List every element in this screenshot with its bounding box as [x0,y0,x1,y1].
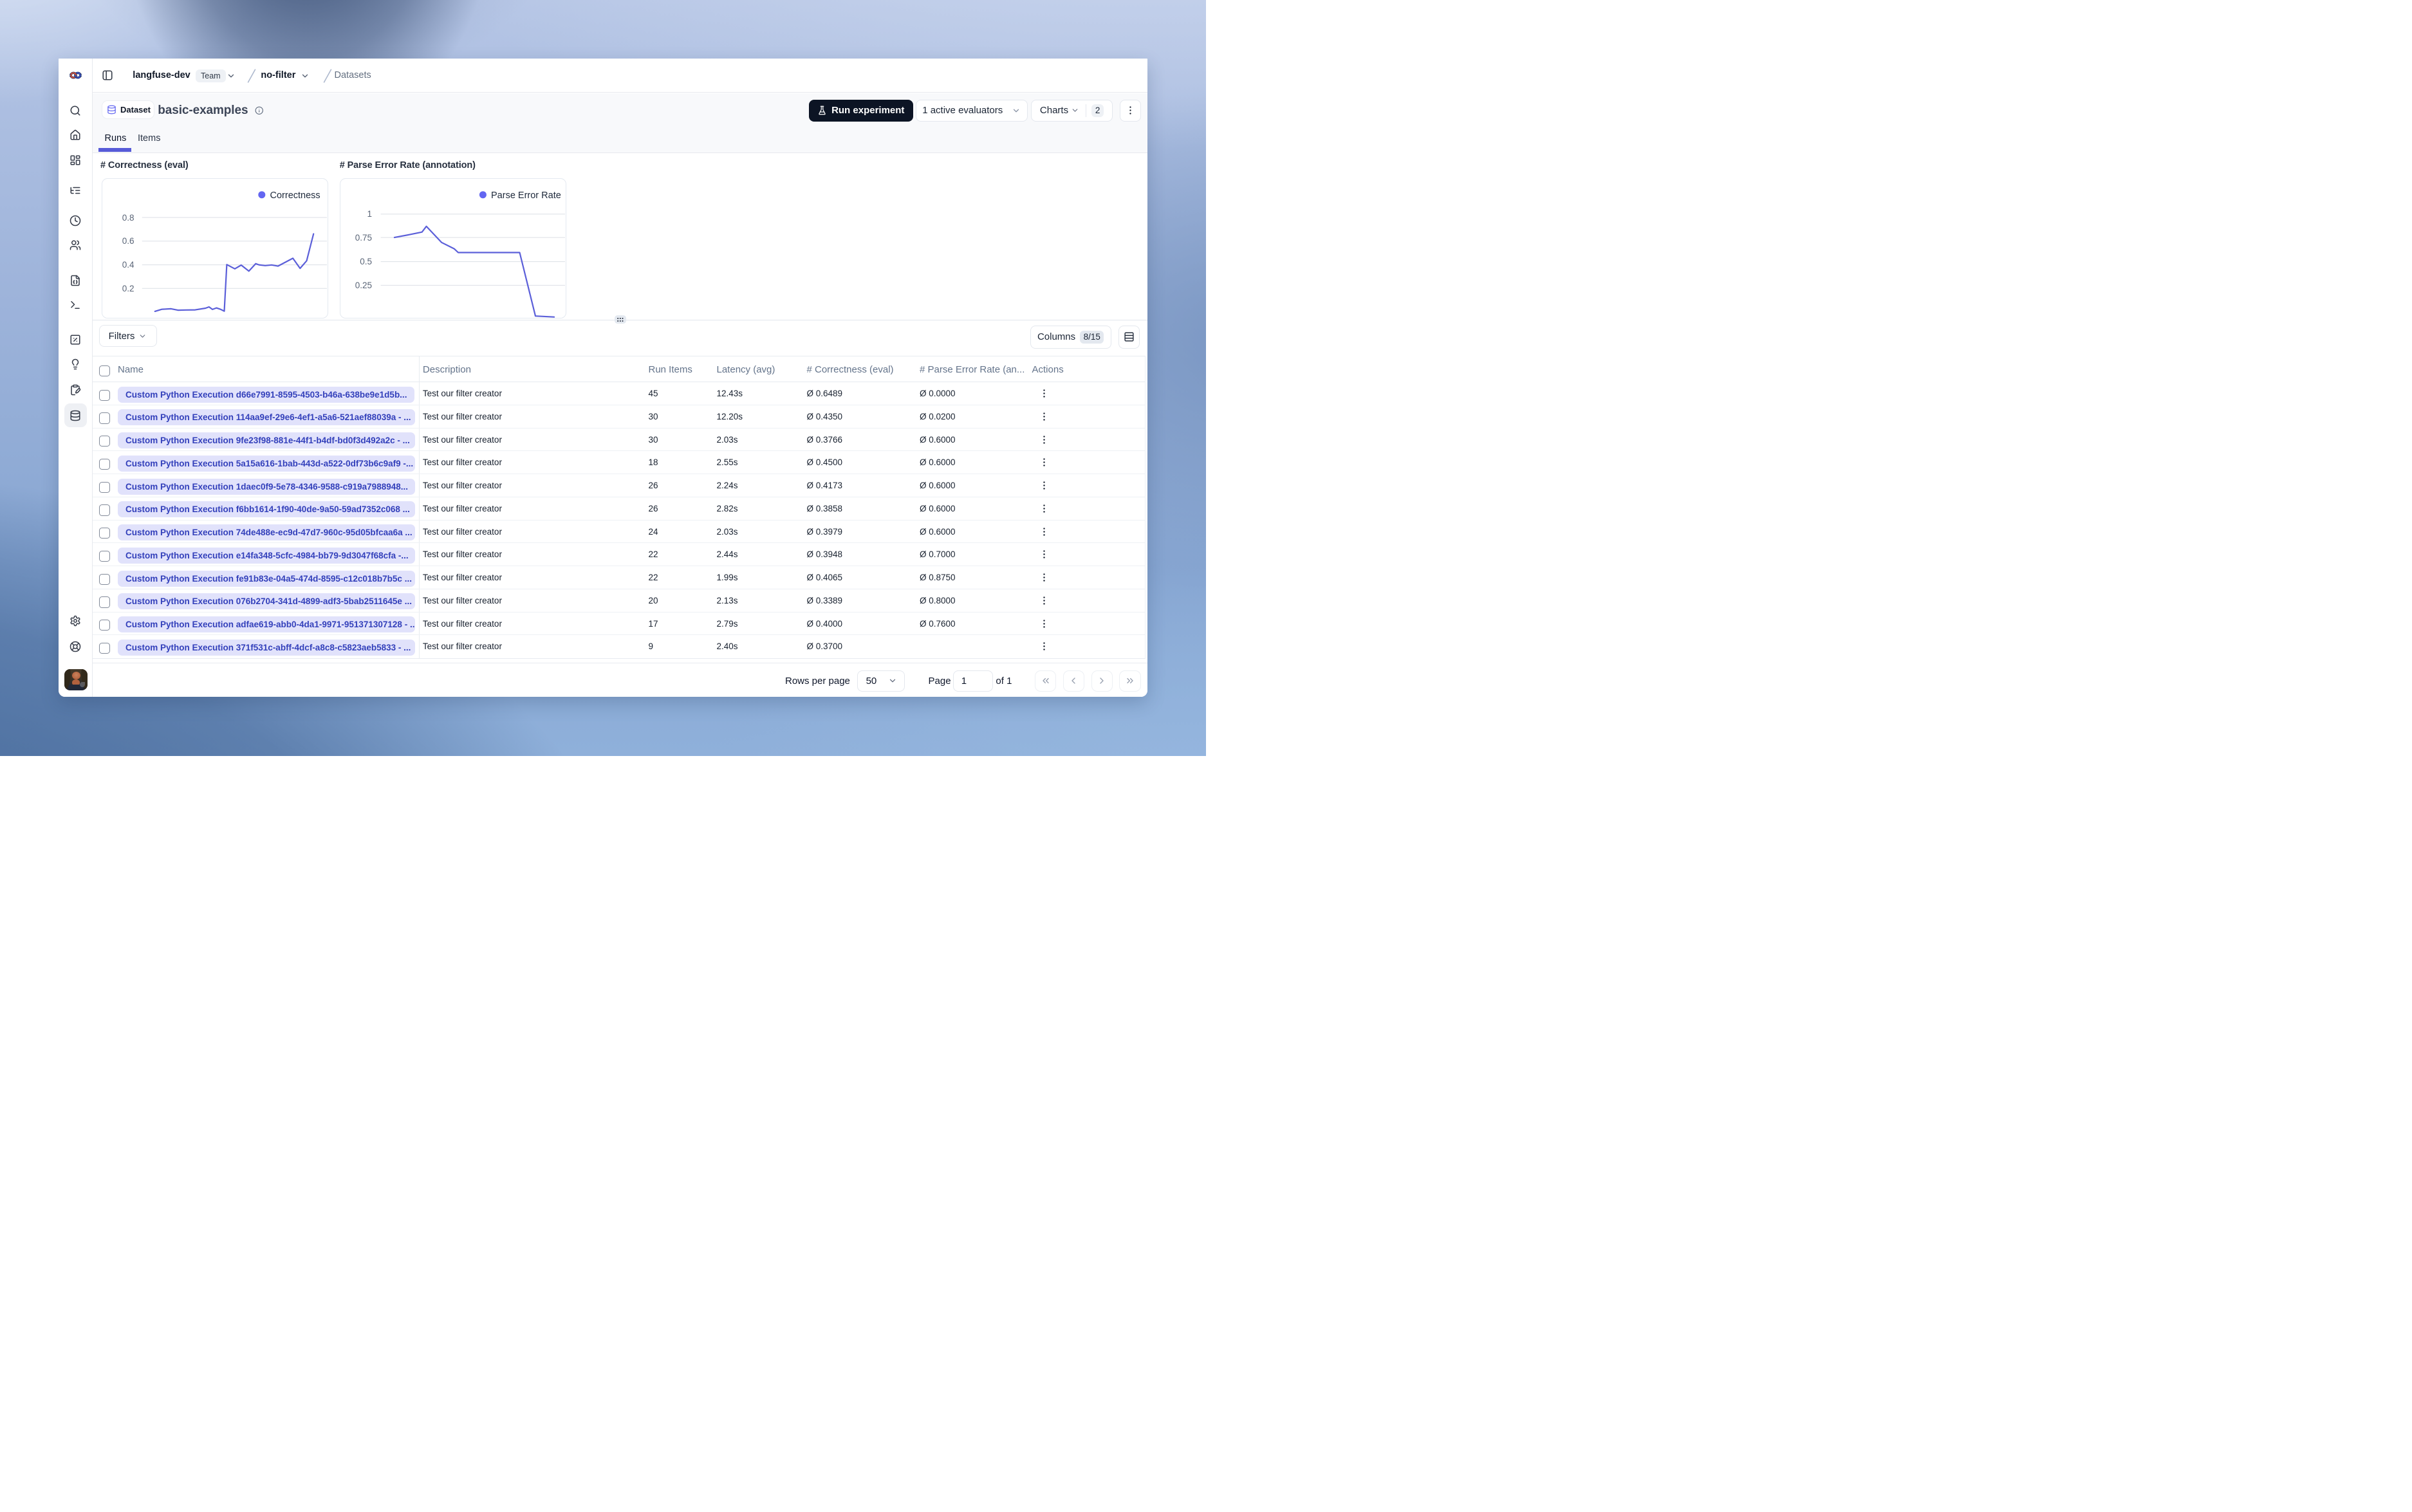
svg-text:Correctness: Correctness [270,190,320,201]
svg-text:Parse Error Rate: Parse Error Rate [491,190,561,201]
